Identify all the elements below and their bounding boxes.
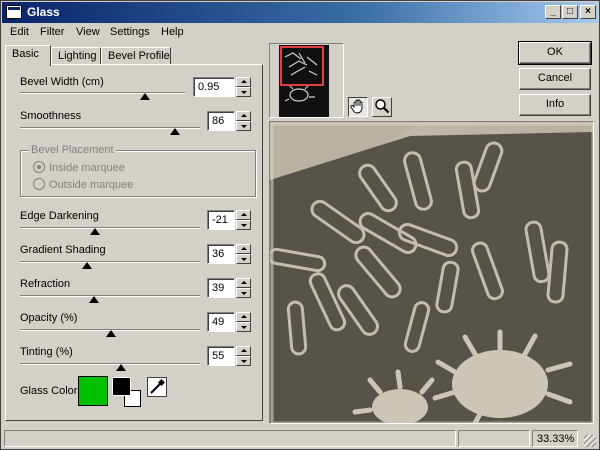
tinting-spinner[interactable] [236,346,251,366]
refraction-field[interactable]: 39 [207,278,235,298]
minimize-button[interactable]: _ [545,5,561,19]
opacity-spinner[interactable] [236,312,251,332]
tinting-label: Tinting (%) [20,346,73,358]
navigator-selection[interactable] [280,46,324,86]
cancel-button[interactable]: Cancel [519,68,591,90]
refraction-slider[interactable] [20,295,200,297]
edge-darkening-field[interactable]: -21 [207,210,235,230]
smoothness-thumb[interactable] [170,128,180,135]
edge-darkening-label: Edge Darkening [20,210,99,222]
preview-canvas[interactable] [269,121,594,424]
radio-unchecked-icon [33,178,45,190]
glass-color-swatch[interactable] [78,376,108,406]
menu-settings[interactable]: Settings [110,26,150,38]
tinting-slider[interactable] [20,363,200,365]
menu-help[interactable]: Help [161,26,184,38]
bevel-width-thumb[interactable] [140,93,150,100]
basic-tab-panel: Bevel Width (cm) 0.95 Smoothness 86 Beve… [5,64,263,421]
tinting-field[interactable]: 55 [207,346,235,366]
radio-checked-icon [33,161,45,173]
glass-dialog: Glass _ □ × Edit Filter View Settings He… [0,0,600,450]
tab-lighting[interactable]: Lighting [51,47,101,65]
gradient-shading-spinner[interactable] [236,244,251,264]
bevel-placement-legend: Bevel Placement [29,144,116,156]
inside-marquee-label: Inside marquee [49,162,125,174]
hand-icon [350,99,363,114]
title-bar[interactable]: Glass _ □ × [2,2,598,23]
refraction-thumb[interactable] [89,296,99,303]
window-title: Glass [27,5,60,19]
menu-bar: Edit Filter View Settings Help [2,24,598,42]
menu-edit[interactable]: Edit [10,26,29,38]
smoothness-field[interactable]: 86 [207,111,235,131]
smoothness-label: Smoothness [20,110,82,122]
zoom-level: 33.33% [532,430,578,447]
bevel-width-spinner[interactable] [236,77,251,97]
opacity-thumb[interactable] [106,330,116,337]
edge-darkening-spinner[interactable] [236,210,251,230]
gradient-shading-field[interactable]: 36 [207,244,235,264]
zoom-icon [375,99,390,114]
refraction-label: Refraction [20,278,71,290]
gradient-shading-slider[interactable] [20,261,200,263]
bevel-width-label: Bevel Width (cm) [20,76,104,88]
status-message-pane [4,430,456,447]
status-info-pane [458,430,530,447]
menu-view[interactable]: View [76,26,100,38]
refraction-spinner[interactable] [236,278,251,298]
bevel-width-slider[interactable] [20,92,185,94]
zoom-tool-button[interactable] [372,97,392,117]
outside-marquee-radio: Outside marquee [33,178,133,191]
close-button[interactable]: × [580,5,596,19]
app-window-icon [6,5,22,19]
tab-basic[interactable]: Basic [5,45,51,66]
gradient-shading-label: Gradient Shading [20,244,106,256]
status-bar: 33.33% [2,428,598,449]
preview-image [270,122,593,423]
opacity-field[interactable]: 49 [207,312,235,332]
tab-bevel-profile[interactable]: Bevel Profile [101,47,171,65]
ok-button[interactable]: OK [518,41,592,65]
maximize-button[interactable]: □ [562,5,578,19]
gradient-shading-thumb[interactable] [82,262,92,269]
smoothness-spinner[interactable] [236,111,251,131]
outside-marquee-label: Outside marquee [49,179,134,191]
tinting-thumb[interactable] [116,364,126,371]
opacity-label: Opacity (%) [20,312,78,324]
inside-marquee-radio: Inside marquee [33,161,125,174]
info-button[interactable]: Info [519,94,591,116]
edge-darkening-slider[interactable] [20,227,200,229]
eyedropper-icon[interactable] [147,377,167,397]
hand-tool-button[interactable] [348,97,368,117]
menu-filter[interactable]: Filter [40,26,64,38]
bevel-width-field[interactable]: 0.95 [193,77,235,97]
edge-darkening-thumb[interactable] [90,228,100,235]
resize-grip-icon[interactable] [584,435,596,447]
glass-color-label: Glass Color [20,385,78,397]
foreground-color-swatch[interactable] [112,377,131,396]
